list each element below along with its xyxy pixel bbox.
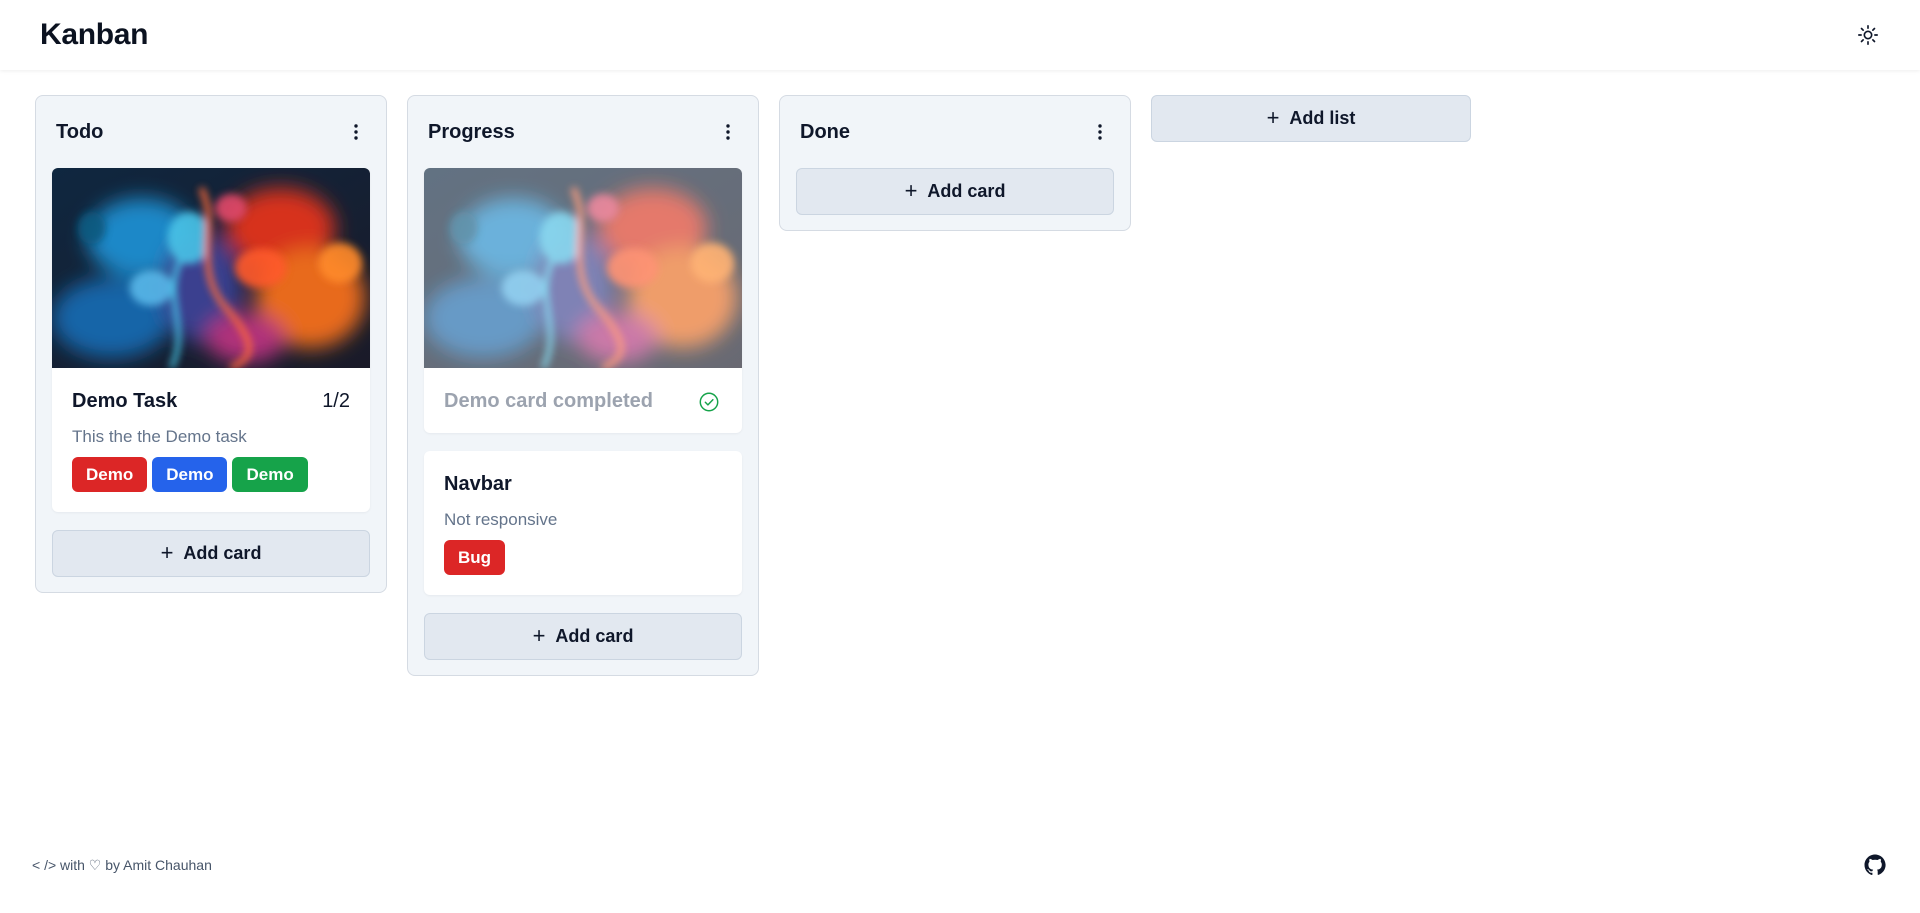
plus-icon: + <box>904 177 918 203</box>
tag-demo-blue[interactable]: Demo <box>152 457 228 492</box>
tag-demo-red[interactable]: Demo <box>72 457 148 492</box>
vertical-dots-icon <box>1098 124 1102 140</box>
app-footer: < /> with ♡ by Amit Chauhan <box>0 845 1920 885</box>
plus-icon: + <box>160 539 174 565</box>
add-card-label: Add card <box>183 543 262 563</box>
github-icon <box>1864 854 1886 876</box>
app-header: Kanban <box>0 0 1920 70</box>
tag-demo-green[interactable]: Demo <box>232 457 308 492</box>
list-header: Todo <box>52 96 370 168</box>
theme-toggle-button[interactable] <box>1854 21 1882 49</box>
list-menu-button[interactable] <box>718 120 738 144</box>
list-todo: Todo Demo Task 1/2 This the the Demo tas… <box>35 95 387 593</box>
kanban-board: Todo Demo Task 1/2 This the the Demo tas… <box>35 95 1471 676</box>
card-demo-completed[interactable]: Demo card completed <box>424 168 742 433</box>
list-header: Done <box>796 96 1114 168</box>
list-header: Progress <box>424 96 742 168</box>
card-title: Demo card completed <box>444 390 653 412</box>
tag-bug[interactable]: Bug <box>444 540 506 575</box>
list-title: Progress <box>428 120 515 143</box>
add-list-label: Add list <box>1289 108 1356 128</box>
plus-icon: + <box>532 622 546 648</box>
vertical-dots-icon <box>726 124 730 140</box>
list-menu-button[interactable] <box>1090 120 1110 144</box>
card-title: Demo Task <box>72 390 178 412</box>
card-description: Not responsive <box>444 510 558 529</box>
github-link[interactable] <box>1862 852 1888 878</box>
list-progress: Progress Demo card completed Navbar Not … <box>407 95 759 676</box>
app-title: Kanban <box>40 18 149 51</box>
list-menu-button[interactable] <box>346 120 366 144</box>
plus-icon: + <box>1266 104 1280 130</box>
add-card-button[interactable]: + Add card <box>424 613 742 660</box>
card-description: This the the Demo task <box>72 427 247 446</box>
sun-icon <box>1858 25 1878 45</box>
footer-credit: < /> with ♡ by Amit Chauhan <box>32 856 212 873</box>
card-tags: Demo Demo Demo <box>72 457 350 492</box>
add-card-label: Add card <box>555 626 634 646</box>
card-title: Navbar <box>444 473 512 495</box>
card-cover-image <box>52 168 370 368</box>
card-tags: Bug <box>444 540 722 575</box>
add-card-label: Add card <box>927 181 1006 201</box>
list-title: Todo <box>56 120 104 143</box>
list-done: Done + Add card <box>779 95 1131 231</box>
card-demo-task[interactable]: Demo Task 1/2 This the the Demo task Dem… <box>52 168 370 512</box>
check-circle-icon <box>699 392 719 411</box>
add-card-button[interactable]: + Add card <box>52 530 370 577</box>
card-navbar[interactable]: Navbar Not responsive Bug <box>424 451 742 595</box>
add-card-button[interactable]: + Add card <box>796 168 1114 215</box>
card-cover-image <box>424 168 742 368</box>
vertical-dots-icon <box>354 124 358 140</box>
card-checklist-count: 1/2 <box>322 390 350 412</box>
list-title: Done <box>800 120 850 143</box>
add-list-button[interactable]: + Add list <box>1151 95 1471 142</box>
